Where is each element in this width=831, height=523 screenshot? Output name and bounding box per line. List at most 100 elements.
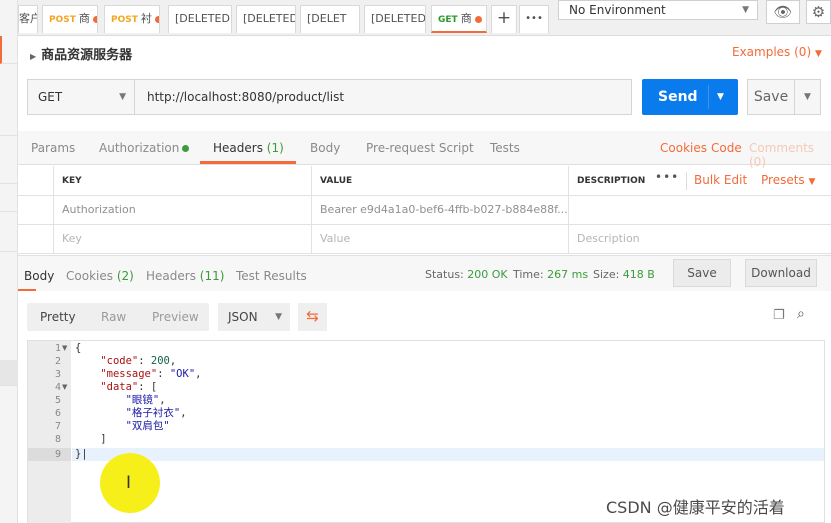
request-tab[interactable]: 客户 bbox=[18, 5, 38, 33]
examples-label: Examples (0) bbox=[732, 45, 812, 59]
save-request-button[interactable]: Save bbox=[747, 79, 795, 115]
sidebar-item[interactable] bbox=[0, 360, 18, 386]
view-raw-button[interactable]: Raw bbox=[101, 310, 126, 324]
active-tab-indicator bbox=[18, 289, 36, 291]
tab-method: GET bbox=[438, 15, 458, 25]
gear-icon: ⚙ bbox=[811, 3, 826, 21]
json-key: "code" bbox=[100, 355, 139, 367]
plus-icon: + bbox=[496, 8, 512, 28]
status-label: Status: bbox=[425, 268, 464, 281]
new-description-input[interactable]: Description bbox=[569, 225, 831, 254]
save-response-button[interactable]: Save bbox=[673, 259, 731, 287]
time-label: Time: bbox=[513, 268, 544, 281]
line-number: 7 bbox=[54, 421, 61, 432]
size-value: 418 B bbox=[622, 268, 655, 281]
time-value: 267 ms bbox=[547, 268, 589, 281]
environment-value: No Environment bbox=[569, 3, 666, 17]
add-tab-button[interactable]: + bbox=[491, 5, 517, 33]
code-line: "格子衬衣", bbox=[125, 407, 187, 419]
request-tab[interactable]: [DELET bbox=[300, 5, 360, 33]
method-select[interactable]: GET ▼ bbox=[27, 79, 135, 115]
json-key: "data" bbox=[100, 381, 139, 393]
code-link[interactable]: Code bbox=[711, 141, 742, 155]
tab-response-cookies[interactable]: Cookies (2) bbox=[66, 269, 134, 283]
send-button[interactable]: Send ▼ bbox=[642, 79, 738, 115]
url-input[interactable]: http://localhost:8080/product/list bbox=[135, 79, 632, 115]
copy-icon[interactable]: ❐ bbox=[773, 308, 785, 323]
code-line: ] bbox=[75, 433, 106, 446]
download-response-button[interactable]: Download bbox=[745, 259, 817, 287]
presets-dropdown[interactable]: Presets ▼ bbox=[761, 173, 815, 187]
save-label: Save bbox=[753, 89, 789, 105]
header-key-input[interactable]: Authorization bbox=[54, 196, 312, 225]
request-tab[interactable]: [DELETED] bbox=[236, 5, 296, 33]
row-checkbox[interactable] bbox=[18, 225, 54, 254]
sidebar-item[interactable] bbox=[0, 136, 18, 184]
chevron-down-icon: ▼ bbox=[814, 49, 822, 59]
environment-select[interactable]: No Environment ▼ bbox=[558, 0, 758, 20]
request-tab-active[interactable]: GET 商 bbox=[431, 5, 487, 33]
json-number: 200 bbox=[150, 355, 170, 367]
json-key: "message" bbox=[100, 368, 158, 380]
line-number: 8 bbox=[54, 434, 61, 445]
tab-overflow-button[interactable]: ••• bbox=[519, 5, 549, 33]
line-number: 4 bbox=[54, 382, 61, 393]
code-line: "双肩包" bbox=[75, 420, 170, 433]
request-name[interactable]: ▶ 商品资源服务器 bbox=[30, 44, 132, 63]
wrap-lines-button[interactable]: ⇆ bbox=[298, 303, 327, 331]
divider bbox=[708, 85, 709, 109]
tab-label: Headers bbox=[146, 269, 196, 283]
sidebar-item[interactable] bbox=[0, 184, 18, 212]
request-tab[interactable]: POST 商 bbox=[42, 5, 98, 33]
row-checkbox[interactable] bbox=[18, 196, 54, 225]
current-line-highlight bbox=[72, 448, 824, 461]
examples-dropdown[interactable]: Examples (0) ▼ bbox=[732, 45, 822, 59]
format-select[interactable]: JSON ▼ bbox=[218, 303, 290, 331]
column-header-value: VALUE bbox=[312, 166, 569, 196]
sidebar-item[interactable] bbox=[0, 36, 18, 64]
search-icon[interactable]: ⌕ bbox=[797, 306, 805, 322]
fold-toggle-icon[interactable]: ▼ bbox=[62, 342, 67, 355]
time-readout: Time: 267 ms bbox=[513, 268, 588, 281]
request-tab[interactable]: [DELETED] bbox=[364, 5, 426, 33]
tab-params[interactable]: Params bbox=[31, 141, 75, 155]
tab-prerequest-script[interactable]: Pre-request Script bbox=[366, 141, 474, 155]
tab-headers[interactable]: Headers (1) bbox=[213, 141, 284, 155]
bulk-edit-link[interactable]: Bulk Edit bbox=[694, 173, 747, 187]
cookies-link[interactable]: Cookies bbox=[660, 141, 707, 155]
tab-authorization[interactable]: Authorization bbox=[99, 141, 190, 155]
tab-response-body[interactable]: Body bbox=[24, 269, 54, 283]
tab-method: POST bbox=[111, 15, 138, 25]
comments-link[interactable]: Comments (0) bbox=[749, 141, 831, 169]
active-dot-icon bbox=[182, 145, 190, 152]
sidebar-item[interactable] bbox=[0, 64, 18, 136]
tab-test-results[interactable]: Test Results bbox=[236, 269, 307, 283]
view-pretty-button[interactable]: Pretty bbox=[40, 310, 76, 324]
text-cursor-icon: I bbox=[126, 473, 132, 493]
more-icon: ••• bbox=[525, 13, 543, 24]
line-number: 5 bbox=[54, 395, 61, 406]
chevron-down-icon: ▼ bbox=[275, 312, 282, 322]
header-description-input[interactable] bbox=[569, 196, 831, 225]
request-tab[interactable]: POST 衬 bbox=[104, 5, 160, 33]
environment-quick-look-button[interactable]: 👁 bbox=[766, 0, 800, 24]
view-preview-button[interactable]: Preview bbox=[152, 310, 199, 324]
request-tab[interactable]: [DELETED] bbox=[168, 5, 232, 33]
sidebar-item[interactable] bbox=[0, 212, 18, 252]
tab-tests[interactable]: Tests bbox=[490, 141, 520, 155]
fold-toggle-icon[interactable]: ▼ bbox=[62, 381, 67, 394]
new-value-input[interactable]: Value bbox=[312, 225, 569, 254]
unsaved-dot-icon bbox=[92, 15, 97, 23]
tab-count: (1) bbox=[266, 141, 284, 155]
save-options-button[interactable]: ▼ bbox=[795, 79, 821, 115]
table-options-icon[interactable]: ••• bbox=[655, 170, 679, 184]
tab-response-headers[interactable]: Headers (11) bbox=[146, 269, 224, 283]
code-line: { bbox=[75, 342, 81, 355]
tab-body[interactable]: Body bbox=[310, 141, 340, 155]
environment-settings-button[interactable]: ⚙ bbox=[806, 0, 831, 24]
header-value-input[interactable]: Bearer e9d4a1a0-bef6-4ffb-b027-b884e88f.… bbox=[312, 196, 569, 225]
tab-count: (2) bbox=[116, 269, 134, 283]
tab-method: POST bbox=[49, 15, 76, 25]
new-key-input[interactable]: Key bbox=[54, 225, 312, 254]
chevron-down-icon[interactable]: ▼ bbox=[717, 79, 724, 115]
